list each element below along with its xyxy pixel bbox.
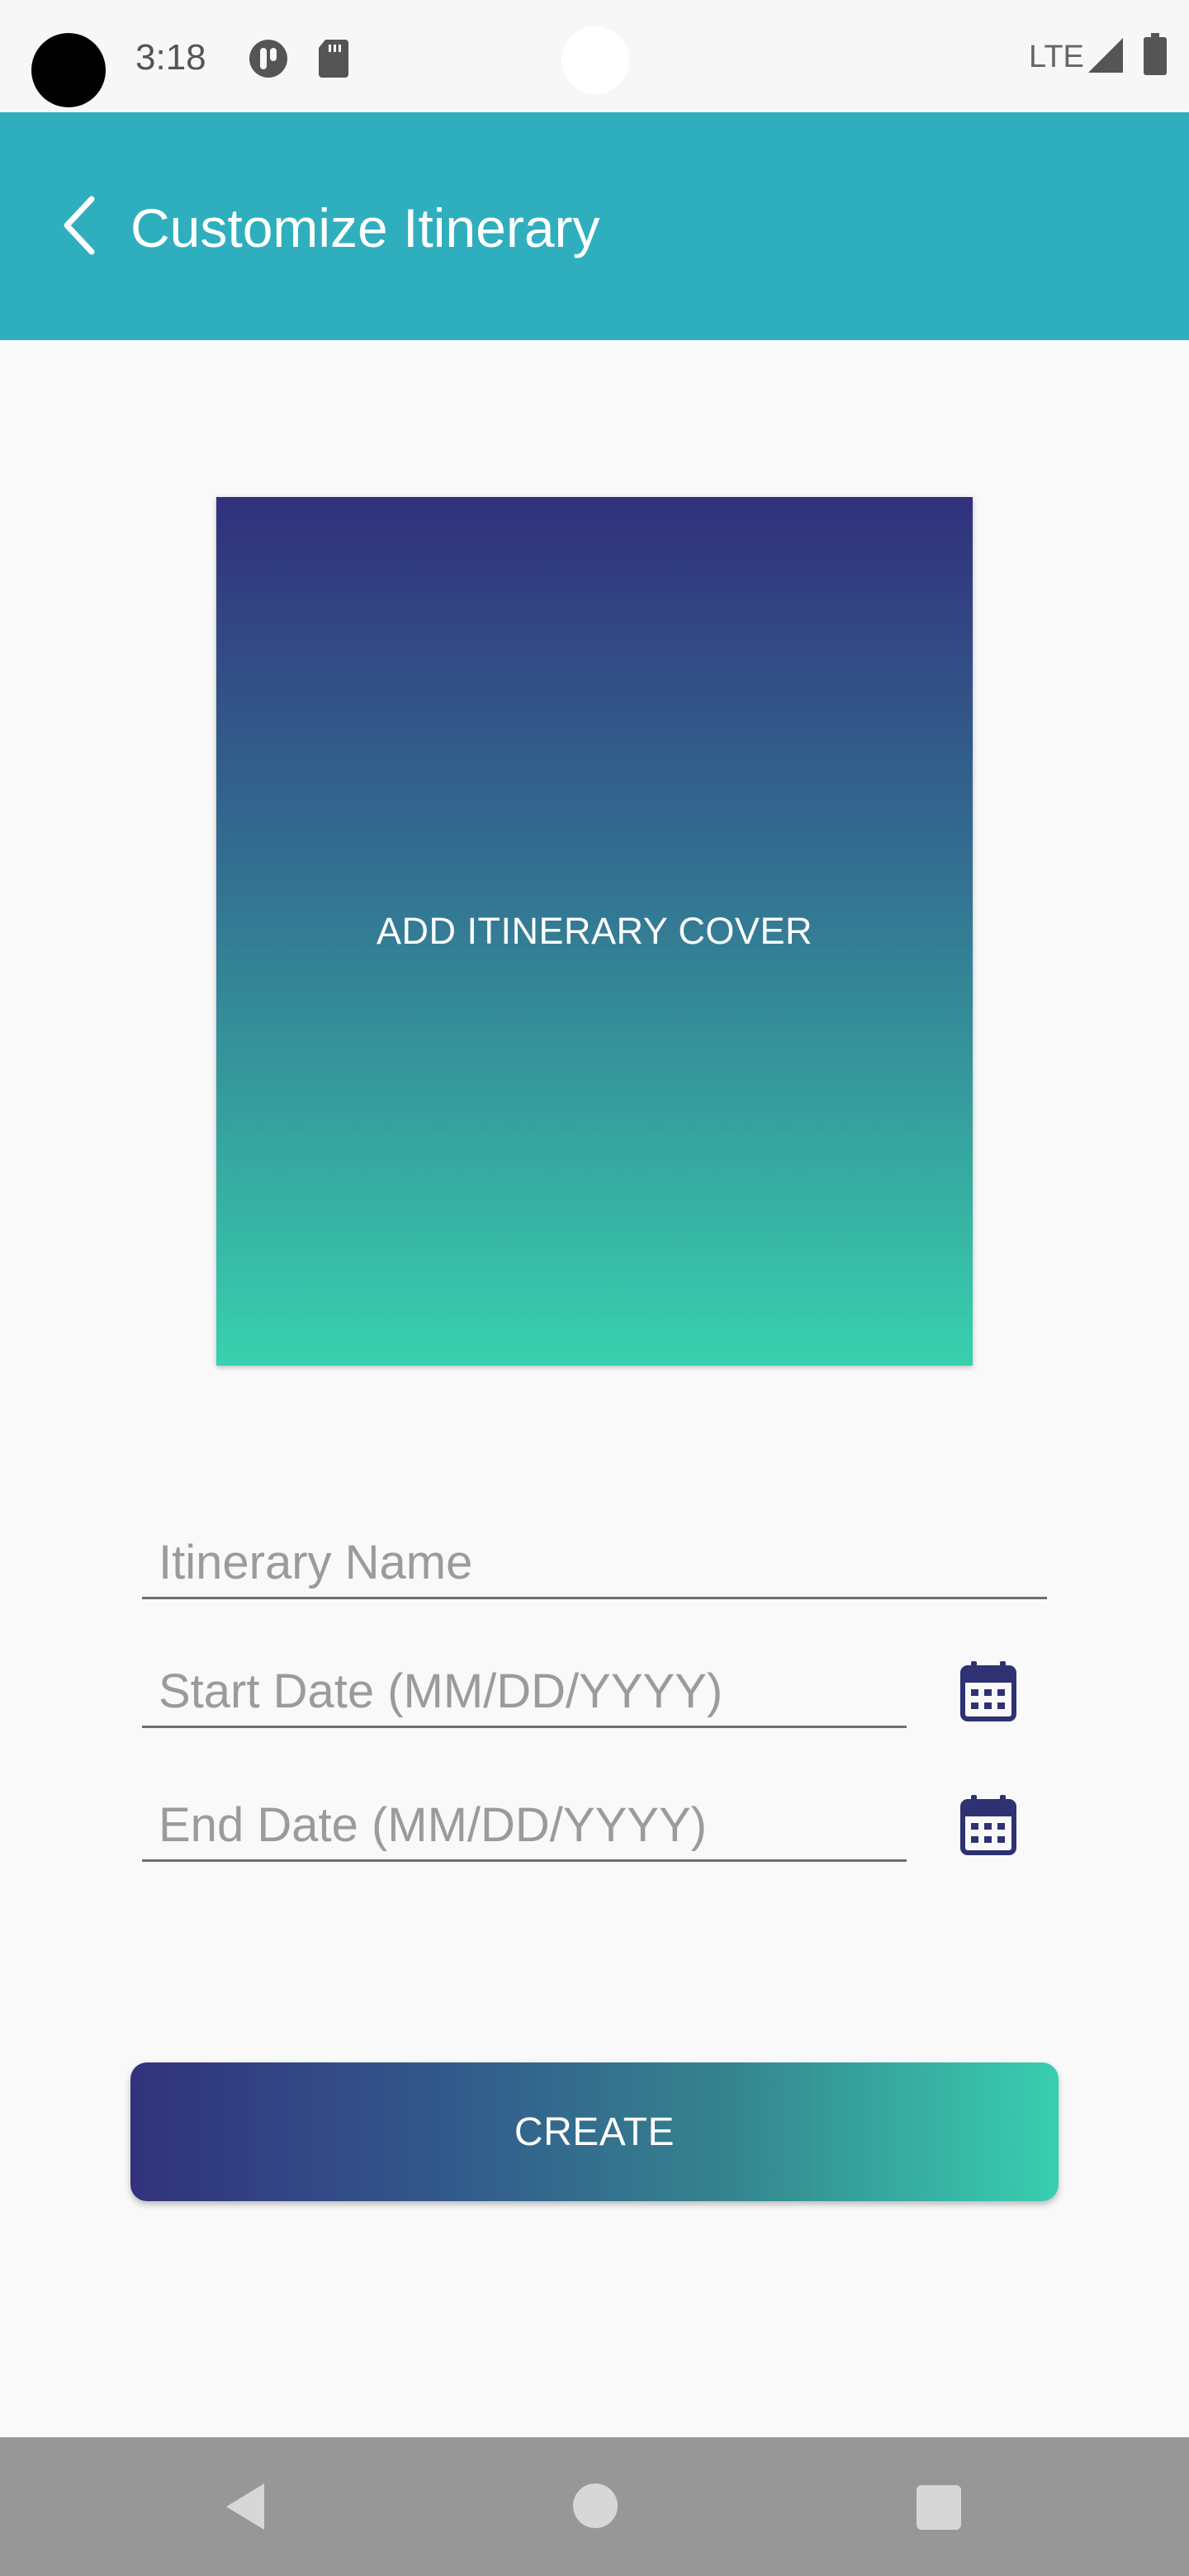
front-camera-hole bbox=[561, 26, 629, 94]
itinerary-name-underline bbox=[142, 1597, 1047, 1599]
end-date-calendar-icon[interactable] bbox=[959, 1793, 1017, 1856]
chevron-left-icon bbox=[64, 196, 95, 255]
back-triangle-icon[interactable] bbox=[221, 2480, 271, 2533]
battery-icon bbox=[1144, 33, 1167, 75]
signal-icon bbox=[1088, 38, 1123, 73]
end-date-underline bbox=[142, 1859, 907, 1862]
start-date-input[interactable] bbox=[142, 1658, 907, 1724]
back-button[interactable] bbox=[50, 180, 109, 271]
sd-card-icon bbox=[319, 40, 348, 78]
add-cover-label: ADD ITINERARY COVER bbox=[377, 910, 812, 952]
network-type-label: LTE bbox=[1029, 40, 1084, 74]
camera-cutout bbox=[31, 33, 106, 107]
create-button-label: CREATE bbox=[514, 2110, 675, 2154]
status-time: 3:18 bbox=[135, 37, 206, 78]
start-date-underline bbox=[142, 1726, 907, 1728]
add-cover-button[interactable]: ADD ITINERARY COVER bbox=[216, 497, 973, 1366]
create-button[interactable]: CREATE bbox=[130, 2062, 1059, 2201]
end-date-input[interactable] bbox=[142, 1792, 907, 1858]
page-title: Customize Itinerary bbox=[130, 197, 600, 258]
home-circle-icon[interactable] bbox=[573, 2484, 618, 2528]
notification-app-icon bbox=[249, 40, 287, 78]
itinerary-name-input[interactable] bbox=[142, 1529, 1047, 1595]
start-date-calendar-icon[interactable] bbox=[959, 1660, 1017, 1722]
recents-square-icon[interactable] bbox=[917, 2485, 961, 2530]
